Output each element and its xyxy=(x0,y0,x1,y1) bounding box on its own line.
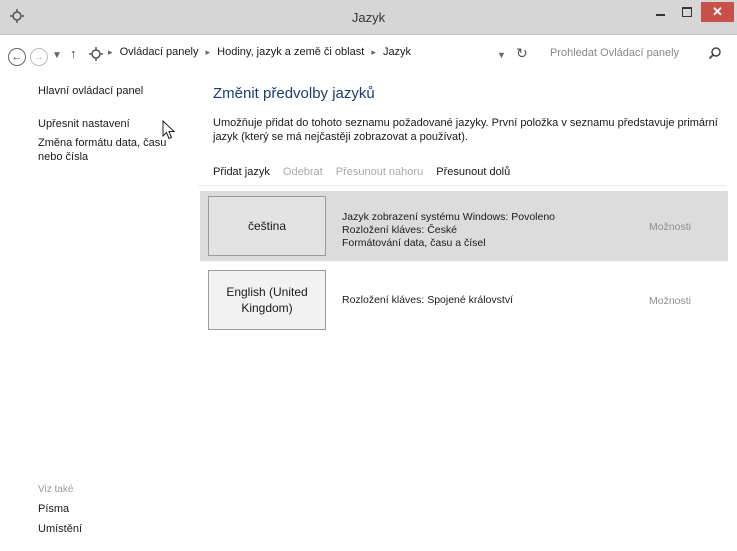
language-detail-line: Formátování data, času a čísel xyxy=(342,237,486,249)
close-button[interactable]: ✕ xyxy=(701,2,734,22)
sidebar-item-date-format[interactable]: Změna formátu data, času nebo čísla xyxy=(38,136,178,164)
mouse-cursor-icon xyxy=(162,120,176,140)
language-detail-line: Rozložení kláves: Spojené království xyxy=(342,294,513,306)
language-row[interactable]: čeština Jazyk zobrazení systému Windows:… xyxy=(200,191,728,261)
page-description: Umožňuje přidat do tohoto seznamu požado… xyxy=(213,117,718,143)
minimize-button[interactable] xyxy=(650,2,672,22)
title-bar: Jazyk ✕ xyxy=(0,0,737,35)
move-down-button[interactable]: Přesunout dolů xyxy=(436,166,510,178)
window-title: Jazyk xyxy=(351,10,386,25)
language-options-link[interactable]: Možnosti xyxy=(649,221,691,233)
language-options-link[interactable]: Možnosti xyxy=(649,295,691,307)
see-also-heading: Viz také xyxy=(38,484,74,495)
search-icon[interactable] xyxy=(708,46,722,60)
add-language-button[interactable]: Přidat jazyk xyxy=(213,166,270,178)
remove-language-button[interactable]: Odebrat xyxy=(283,166,323,178)
chevron-down-icon[interactable]: ▼ xyxy=(497,50,506,60)
refresh-icon[interactable]: ↻ xyxy=(516,45,528,62)
close-icon: ✕ xyxy=(712,4,723,19)
chevron-right-icon[interactable]: ▸ xyxy=(108,47,113,57)
language-toolbar: Přidat jazyk Odebrat Přesunout nahoru Př… xyxy=(213,166,520,178)
minimize-icon xyxy=(656,14,665,16)
breadcrumb-item[interactable]: Jazyk xyxy=(383,46,411,58)
language-row[interactable]: English (United Kingdom) Rozložení kláve… xyxy=(200,265,728,335)
up-arrow-icon[interactable]: ↑ xyxy=(70,46,77,61)
search-input[interactable] xyxy=(544,43,700,63)
sidebar-item-fonts[interactable]: Písma xyxy=(38,503,69,515)
control-panel-icon xyxy=(89,47,103,61)
language-detail-line: Jazyk zobrazení systému Windows: Povolen… xyxy=(342,211,556,223)
sidebar-item-location[interactable]: Umístění xyxy=(38,523,82,535)
sidebar-item-home[interactable]: Hlavní ovládací panel xyxy=(38,85,143,97)
page-title: Změnit předvolby jazyků xyxy=(213,85,375,102)
breadcrumb: ▸ Ovládací panely ▸ Hodiny, jazyk a země… xyxy=(108,46,520,66)
breadcrumb-item[interactable]: Hodiny, jazyk a země či oblast xyxy=(217,46,364,58)
search-box xyxy=(544,43,726,65)
language-details: Rozložení kláves: Spojené království xyxy=(342,294,513,307)
sidebar-item-advanced-settings[interactable]: Upřesnit nastavení xyxy=(38,118,130,130)
recent-locations-icon[interactable]: ▼ xyxy=(52,50,62,61)
breadcrumb-item[interactable]: Ovládací panely xyxy=(120,46,199,58)
maximize-button[interactable] xyxy=(676,2,698,22)
maximize-icon xyxy=(682,7,692,17)
chevron-right-icon[interactable]: ▸ xyxy=(206,47,211,57)
chevron-right-icon[interactable]: ▸ xyxy=(371,47,376,57)
forward-arrow-icon[interactable]: → xyxy=(30,48,48,66)
back-arrow-icon[interactable]: ← xyxy=(8,48,26,66)
language-name-tile[interactable]: English (United Kingdom) xyxy=(208,270,326,330)
language-name-tile[interactable]: čeština xyxy=(208,196,326,256)
language-details: Jazyk zobrazení systému Windows: Povolen… xyxy=(342,211,555,250)
move-up-button[interactable]: Přesunout nahoru xyxy=(336,166,423,178)
language-detail-line: Rozložení kláves: České xyxy=(342,224,457,236)
divider xyxy=(198,185,726,186)
